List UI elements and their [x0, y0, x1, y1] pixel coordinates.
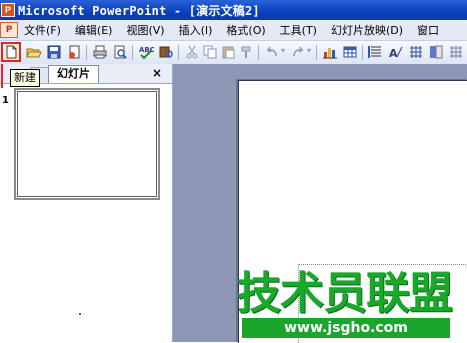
menu-view[interactable]: 视图(V)	[119, 22, 171, 38]
menu-edit[interactable]: 编辑(E)	[68, 22, 120, 38]
research-icon[interactable]	[158, 44, 174, 60]
open-folder-icon[interactable]	[26, 44, 42, 60]
tab-slides[interactable]: 幻灯片	[48, 65, 99, 83]
print-preview-icon[interactable]	[112, 44, 128, 60]
new-document-icon	[6, 45, 17, 59]
toolbar-separator	[362, 45, 363, 60]
print-icon[interactable]	[92, 44, 108, 60]
toolbar-separator	[132, 45, 133, 60]
format-painter-icon[interactable]	[238, 44, 254, 60]
menu-slideshow[interactable]: 幻灯片放映(D)	[324, 22, 410, 38]
copy-icon[interactable]	[202, 44, 218, 60]
show-grid-icon[interactable]	[408, 44, 424, 60]
menu-bar: P 文件(F) 编辑(E) 视图(V) 插入(I) 格式(O) 工具(T) 幻灯…	[0, 20, 467, 41]
zoom-icon[interactable]	[448, 44, 464, 60]
menu-tools[interactable]: 工具(T)	[273, 22, 324, 38]
window-title: Microsoft PowerPoint - [演示文稿2]	[18, 3, 260, 18]
standard-toolbar: ABC ▾ ▾ A	[0, 41, 467, 65]
undo-icon[interactable]	[264, 44, 280, 60]
menu-window[interactable]: 窗口	[410, 22, 446, 38]
insert-table-icon[interactable]	[342, 44, 358, 60]
watermark-logo-text: 技术员联盟	[237, 268, 453, 319]
menu-insert[interactable]: 插入(I)	[172, 22, 220, 38]
redo-dropdown-chevron-icon[interactable]: ▾	[307, 46, 311, 55]
document-icon[interactable]: P	[0, 22, 18, 38]
menu-format[interactable]: 格式(O)	[219, 22, 272, 38]
powerpoint-app-icon[interactable]: P	[1, 3, 15, 17]
toolbar-separator	[316, 45, 317, 60]
svg-text:ABC: ABC	[139, 46, 154, 54]
svg-text:A: A	[389, 47, 398, 60]
highlight-marker	[1, 64, 9, 88]
close-pane-icon[interactable]: ×	[150, 65, 164, 81]
new-button-tooltip: 新建	[10, 69, 40, 87]
slide-number: 1	[2, 95, 9, 106]
redo-icon[interactable]	[290, 44, 306, 60]
cut-icon[interactable]	[184, 44, 200, 60]
title-bar: P Microsoft PowerPoint - [演示文稿2]	[0, 0, 467, 20]
menu-file[interactable]: 文件(F)	[22, 22, 68, 38]
new-button[interactable]	[1, 42, 21, 62]
spelling-icon[interactable]: ABC	[138, 44, 154, 60]
toolbar-separator	[178, 45, 179, 60]
watermark-url: www.jsgho.com	[242, 318, 450, 338]
stray-dot	[79, 313, 81, 315]
toolbar-separator	[258, 45, 259, 60]
expand-all-icon[interactable]	[368, 44, 384, 60]
toolbar-separator	[86, 45, 87, 60]
paste-icon[interactable]	[220, 44, 236, 60]
insert-chart-icon[interactable]	[322, 44, 338, 60]
slide-thumbnail[interactable]	[14, 88, 160, 200]
save-icon[interactable]	[46, 44, 62, 60]
permission-icon[interactable]	[66, 44, 82, 60]
undo-dropdown-chevron-icon[interactable]: ▾	[281, 46, 285, 55]
color-grayscale-icon[interactable]	[428, 44, 444, 60]
show-formatting-icon[interactable]: A	[388, 44, 404, 60]
